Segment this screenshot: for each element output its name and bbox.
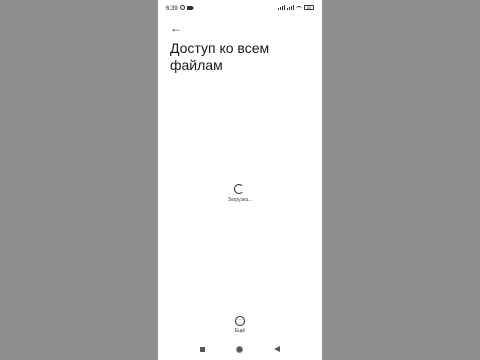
status-bar: 6:39 55 <box>158 0 322 18</box>
loading-indicator: Загрузка... <box>204 182 276 212</box>
battery-icon: 55 <box>304 5 314 10</box>
signal-icon <box>287 5 294 10</box>
status-right: 55 <box>278 5 314 10</box>
recents-icon[interactable] <box>200 347 205 352</box>
more-button[interactable]: ··· Ещё <box>225 316 255 334</box>
back-icon[interactable] <box>274 346 280 352</box>
wifi-icon <box>296 5 302 10</box>
back-arrow-icon[interactable]: ← <box>168 20 184 36</box>
alarm-icon <box>180 5 185 10</box>
page-title: Доступ ко всем файлам <box>170 40 270 73</box>
status-app-icons <box>180 5 194 10</box>
more-label: Ещё <box>234 328 246 334</box>
more-icon: ··· <box>235 316 245 326</box>
navigation-bar <box>158 342 322 358</box>
loading-text: Загрузка... <box>227 197 253 203</box>
status-time: 6:39 <box>166 6 178 12</box>
video-icon <box>187 6 194 10</box>
signal-icon <box>278 5 285 10</box>
home-icon[interactable] <box>236 346 243 353</box>
phone-screen: 6:39 55 ← Доступ ко всем файлам Загрузка… <box>158 0 322 360</box>
spinner-icon <box>234 184 244 194</box>
